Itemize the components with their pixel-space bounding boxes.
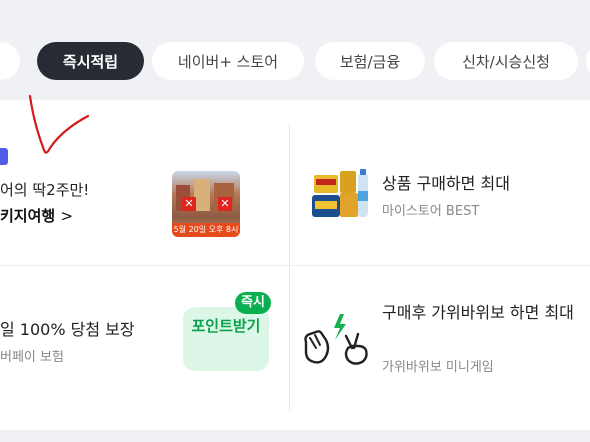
card2-title[interactable]: 상품 구매하면 최대 [382,170,510,194]
chevron-right-icon: > [60,207,74,225]
tab-insurance-finance[interactable]: 보험/금융 [315,42,425,80]
card2-subtitle: 마이스토어 BEST [382,204,480,219]
tab-instant-reward[interactable]: 즉시적립 [37,42,144,80]
instant-badge: 즉시 [235,292,271,314]
card1-link[interactable]: 키지여행 > [0,205,73,226]
tab-new-car-test-drive[interactable]: 신차/시승신청 [434,42,578,80]
card1-link-label: 키지여행 [0,207,56,225]
get-points-button[interactable]: 포인트받기 [183,307,269,371]
handdrawn-check-mark [28,94,90,154]
card4-title[interactable]: 구매후 가위바위보 하면 최대 [382,300,587,325]
swiss-flag-icon: ✕ [218,197,232,211]
swiss-flag-icon: ✕ [182,197,196,211]
card3-title[interactable]: 일 100% 당첨 보장 [0,316,135,340]
grocery-products-icon[interactable] [310,167,372,223]
card3-subtitle: 버페이 보험 [0,350,64,365]
building-shape [194,179,210,211]
tab-naver-plus-store[interactable]: 네이버+ 스토어 [152,42,304,80]
panel-divider-horizontal [0,265,590,266]
tab-partial[interactable]: 드 [0,42,20,80]
tab-next-partial[interactable] [586,42,590,80]
new-badge [0,148,8,165]
card4-subtitle: 가위바위보 미니게임 [382,360,494,375]
travel-thumbnail[interactable]: ✕ ✕ 5월 20일 오후 8시 [172,171,240,237]
rock-paper-scissors-icon[interactable] [300,308,376,370]
card1-title[interactable]: 어의 딱2주만! [0,179,89,200]
panel-divider-vertical [289,124,290,410]
broadcast-time-label: 5월 20일 오후 8시 [172,223,240,237]
